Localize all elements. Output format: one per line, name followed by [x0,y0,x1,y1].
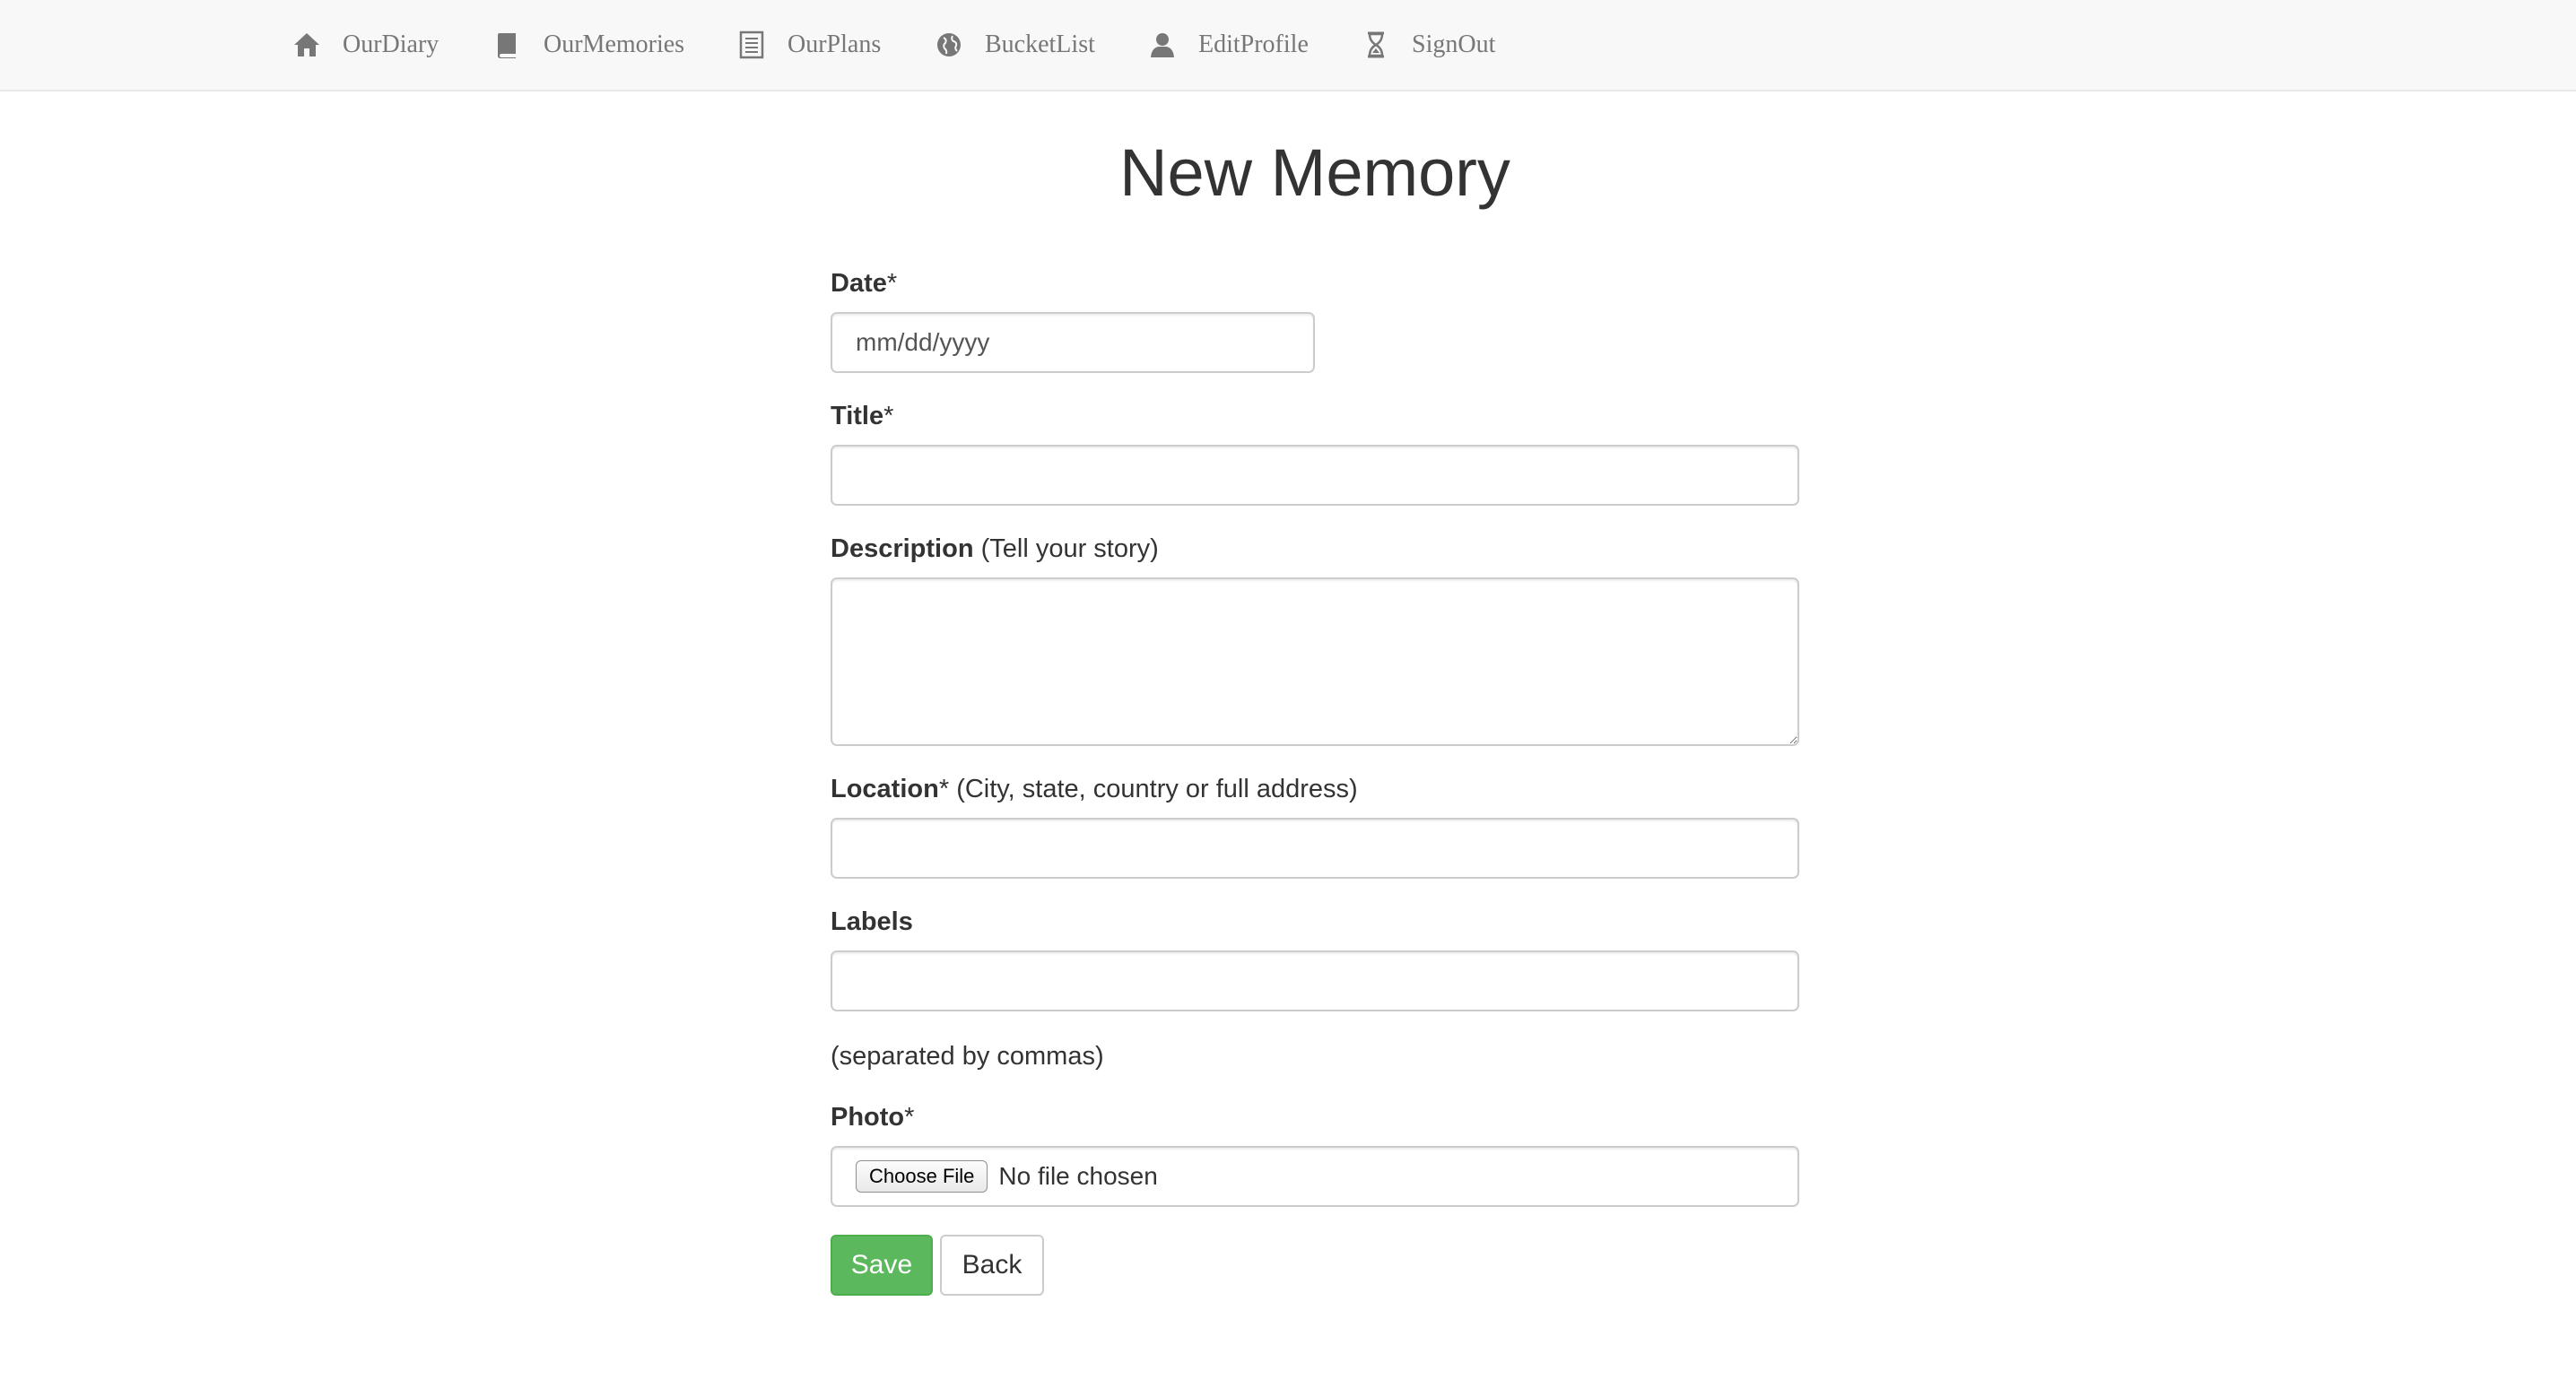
top-navbar: OurDiary OurMemories OurPlans BucketList… [0,0,2576,91]
nav-item-label: OurDiary [343,30,439,58]
date-input[interactable] [831,312,1315,373]
file-status-text: No file chosen [998,1162,1158,1190]
photo-file-input: Choose File No file chosen [831,1146,1799,1207]
user-icon [1148,30,1177,59]
home-icon [292,30,321,59]
save-button[interactable]: Save [831,1235,933,1296]
date-label: Date* [831,269,898,298]
location-label: Location* (City, state, country or full … [831,775,1358,803]
nav-item-label: OurPlans [788,30,882,58]
title-label: Title* [831,402,894,430]
nav-item-label: BucketList [985,30,1095,58]
nav-item-label: EditProfile [1198,30,1309,58]
description-textarea[interactable] [831,577,1799,746]
back-button[interactable]: Back [940,1235,1044,1296]
nav-item-ourmemories[interactable]: OurMemories [493,0,684,90]
nav-item-label: SignOut [1412,30,1496,58]
choose-file-button[interactable]: Choose File [856,1160,988,1193]
nav-item-bucketlist[interactable]: BucketList [935,0,1095,90]
description-label: Description (Tell your story) [831,534,1159,563]
labels-label: Labels [831,907,913,936]
nav-item-label: OurMemories [544,30,685,58]
photo-label: Photo* [831,1103,915,1132]
location-input[interactable] [831,818,1799,879]
list-icon [737,30,766,59]
nav-item-editprofile[interactable]: EditProfile [1148,0,1309,90]
book-icon [493,30,522,59]
labels-help-text: (separated by commas) [831,1042,1104,1071]
page-title: New Memory [1119,135,1510,210]
labels-input[interactable] [831,950,1799,1011]
nav-item-ourplans[interactable]: OurPlans [737,0,881,90]
title-input[interactable] [831,445,1799,506]
nav-item-ourdiary[interactable]: OurDiary [292,0,439,90]
hourglass-icon [1362,30,1390,59]
globe-icon [935,30,963,59]
nav-item-signout[interactable]: SignOut [1362,0,1495,90]
